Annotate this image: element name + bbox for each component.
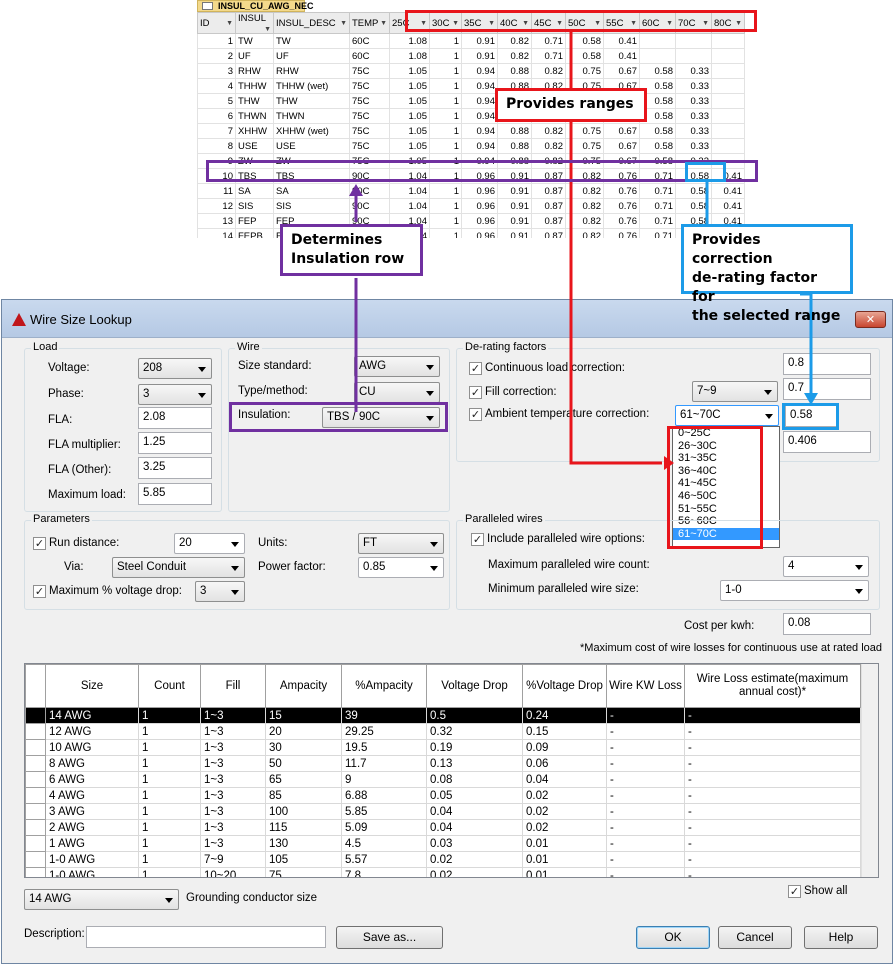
determines-line1: Determines bbox=[291, 232, 383, 248]
determines-row-callout: Determines Insulation row bbox=[280, 224, 423, 276]
ambient-field-highlight bbox=[782, 403, 839, 430]
correction-line2: de-rating factor for bbox=[692, 270, 818, 305]
purple-arrowhead bbox=[349, 184, 363, 196]
provides-ranges-text: Provides ranges bbox=[506, 96, 634, 112]
correction-line1: Provides correction bbox=[692, 232, 773, 267]
temperature-columns-highlight bbox=[405, 10, 757, 32]
insulation-combo-highlight bbox=[229, 402, 448, 432]
provides-ranges-callout: Provides ranges bbox=[495, 88, 647, 122]
correction-line3: the selected range bbox=[692, 308, 841, 324]
correction-factor-highlight bbox=[685, 162, 726, 182]
range-list-highlight bbox=[667, 426, 763, 549]
determines-line2: Insulation row bbox=[291, 251, 405, 267]
correction-factor-callout: Provides correction de-rating factor for… bbox=[681, 224, 853, 324]
insulation-row-highlight bbox=[206, 160, 758, 182]
